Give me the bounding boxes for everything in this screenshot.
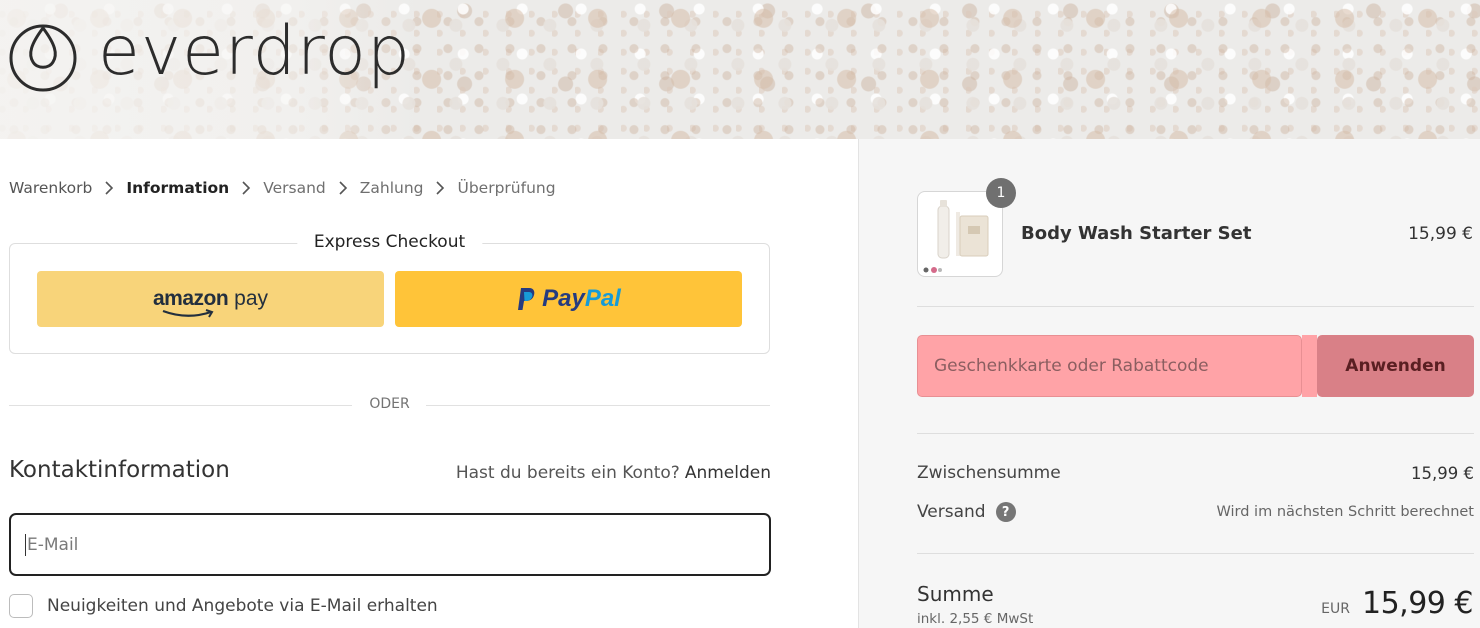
amazon-pay-button[interactable]: amazon pay — [37, 271, 384, 327]
discount-row: Anwenden — [917, 335, 1474, 397]
login-prompt-text: Hast du bereits ein Konto? — [455, 463, 680, 483]
product-image-icon — [923, 200, 989, 273]
grand-total: 15,99 € — [1361, 586, 1474, 621]
total-label: Summe — [917, 582, 994, 606]
header-banner: everdrop — [0, 0, 1480, 139]
login-link[interactable]: Anmelden — [685, 463, 771, 483]
help-icon[interactable]: ? — [995, 502, 1016, 522]
currency-code: EUR — [1321, 601, 1350, 617]
breadcrumb-zahlung: Zahlung — [359, 179, 424, 197]
paypal-word-pay: Pay — [542, 285, 585, 312]
paypal-button[interactable]: Pay Pal — [395, 271, 742, 327]
tax-note: inkl. 2,55 € MwSt — [917, 611, 1034, 627]
paypal-p-icon — [518, 288, 535, 310]
discount-code-field[interactable] — [917, 335, 1302, 397]
newsletter-label: Neuigkeiten und Angebote via E-Mail erha… — [47, 596, 438, 616]
summary-divider — [917, 433, 1474, 434]
express-checkout-box: Express Checkout amazon pay Pay Pal — [9, 232, 770, 354]
order-summary: 1 Body Wash Starter Set 15,99 € Anwenden… — [858, 139, 1480, 628]
breadcrumb: Warenkorb Information Versand Zahlung Üb… — [9, 179, 556, 197]
breadcrumb-ueberpruefung: Überprüfung — [457, 179, 556, 197]
shipping-value: Wird im nächsten Schritt berechnet — [1216, 504, 1474, 520]
paypal-logo: Pay Pal — [516, 285, 621, 313]
chevron-right-icon — [326, 181, 360, 195]
text-caret — [25, 533, 26, 556]
email-field[interactable] — [9, 513, 771, 576]
or-separator-label: ODER — [369, 396, 410, 412]
contact-section-title: Kontaktinformation — [9, 457, 230, 483]
subtotal-label: Zwischensumme — [917, 463, 1061, 483]
drop-logo-icon — [9, 24, 77, 92]
express-checkout-title: Express Checkout — [296, 232, 483, 252]
chevron-right-icon — [229, 181, 263, 195]
product-price: 15,99 € — [1408, 224, 1473, 244]
amazon-smile-icon — [162, 309, 214, 318]
quantity-badge: 1 — [986, 178, 1016, 208]
paypal-word-pal: Pal — [584, 285, 621, 312]
newsletter-option[interactable]: Neuigkeiten und Angebote via E-Mail erha… — [9, 594, 438, 618]
brand-wordmark: everdrop — [98, 12, 412, 91]
chevron-right-icon — [92, 181, 126, 195]
or-separator: ODER — [9, 395, 770, 417]
shipping-label: Versand — [917, 502, 986, 522]
shipping-label-group: Versand ? — [917, 502, 1016, 522]
login-prompt-row: Hast du bereits ein Konto? Anmelden — [456, 463, 771, 483]
discount-highlight-gap — [1302, 335, 1317, 397]
summary-divider — [917, 553, 1474, 554]
product-name: Body Wash Starter Set — [1021, 223, 1252, 244]
checkout-main: Warenkorb Information Versand Zahlung Üb… — [9, 139, 771, 628]
brand-logo[interactable]: everdrop — [6, 14, 410, 100]
apply-discount-button[interactable]: Anwenden — [1317, 335, 1474, 397]
subtotal-row: Zwischensumme 15,99 € — [917, 463, 1474, 483]
amazon-pay-logo: amazon pay — [152, 287, 269, 318]
breadcrumb-versand: Versand — [263, 179, 326, 197]
email-input[interactable] — [27, 534, 769, 555]
total-amount: EUR 15,99 € — [1321, 586, 1473, 621]
breadcrumb-information: Information — [126, 179, 230, 197]
shipping-row: Versand ? Wird im nächsten Schritt berec… — [917, 502, 1474, 522]
chevron-right-icon — [423, 181, 457, 195]
newsletter-checkbox[interactable] — [9, 594, 33, 618]
discount-code-input[interactable] — [934, 356, 1301, 376]
subtotal-value: 15,99 € — [1411, 463, 1474, 483]
summary-divider — [917, 306, 1474, 307]
amazon-wordmark: amazon — [152, 287, 229, 310]
amazon-pay-suffix: pay — [234, 287, 269, 310]
breadcrumb-warenkorb[interactable]: Warenkorb — [9, 179, 92, 197]
